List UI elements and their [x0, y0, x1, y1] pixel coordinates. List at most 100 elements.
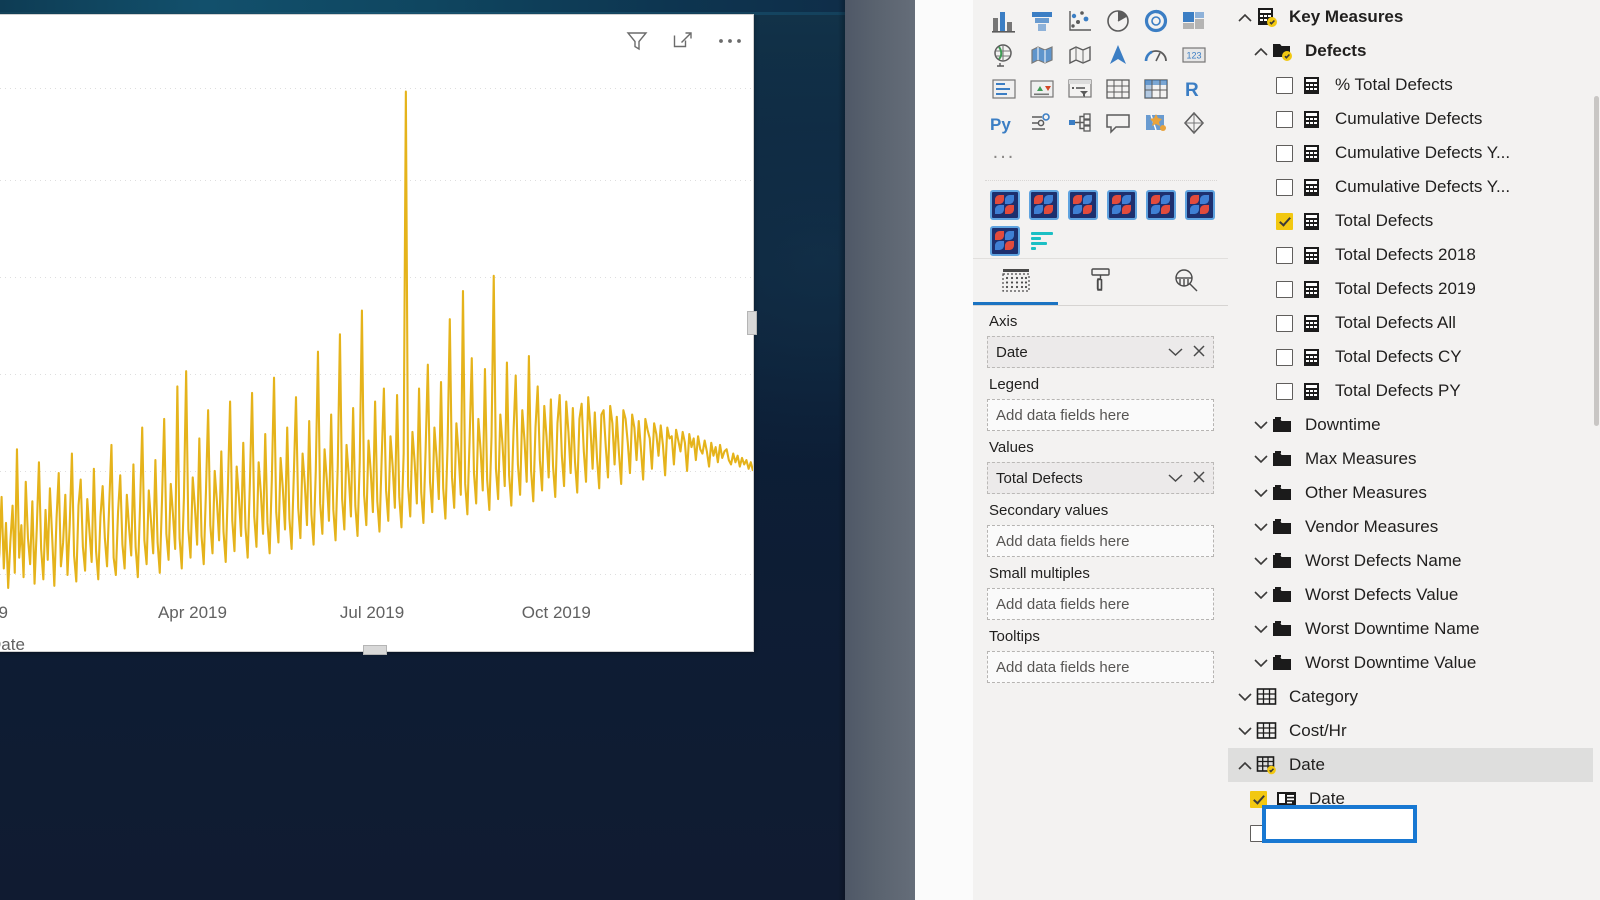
field-item-measure[interactable]: Cumulative Defects [1228, 102, 1600, 136]
field-checkbox[interactable] [1276, 77, 1293, 94]
custom-visual-icon[interactable] [1068, 190, 1098, 220]
field-well-dropzone[interactable]: Total Defects [987, 462, 1214, 494]
analytics-tab[interactable] [1143, 259, 1228, 305]
python-visual-icon[interactable]: Py [989, 109, 1019, 137]
card-icon[interactable]: 123 [1179, 41, 1209, 69]
fields-tree[interactable]: Key MeasuresDefects% Total DefectsCumula… [1228, 0, 1600, 850]
chevron-up-icon[interactable] [1234, 748, 1256, 782]
decomposition-tree-icon[interactable] [1065, 109, 1095, 137]
field-folder-item[interactable]: Downtime [1228, 408, 1600, 442]
stacked-bar-chart-icon[interactable] [989, 7, 1019, 35]
filters-pane[interactable]: Filters [915, 0, 974, 900]
field-checkbox[interactable] [1276, 179, 1293, 196]
remove-field-icon[interactable] [1193, 345, 1205, 360]
field-item-measure[interactable]: % Total Defects [1228, 68, 1600, 102]
field-well-dropzone[interactable]: Add data fields here [987, 588, 1214, 620]
field-folder-item[interactable]: Max Measures [1228, 442, 1600, 476]
resize-handle-bottom[interactable] [363, 645, 387, 655]
smart-narrative-icon[interactable] [1141, 109, 1171, 137]
table-icon[interactable] [1103, 75, 1133, 103]
chevron-down-icon[interactable] [1250, 408, 1272, 442]
field-folder-item[interactable]: Vendor Measures [1228, 510, 1600, 544]
field-folder-item[interactable]: Defects [1228, 34, 1600, 68]
field-item-measure[interactable]: Cumulative Defects Y... [1228, 170, 1600, 204]
chevron-down-icon[interactable] [1250, 510, 1272, 544]
fields-scrollbar-thumb[interactable] [1594, 96, 1599, 426]
pie-chart-icon[interactable] [1103, 7, 1133, 35]
r-script-visual-icon[interactable]: R [1179, 75, 1209, 103]
filter-icon[interactable] [625, 29, 649, 53]
multi-row-card-icon[interactable] [989, 75, 1019, 103]
field-well-dropzone[interactable]: Add data fields here [987, 399, 1214, 431]
scatter-chart-icon[interactable] [1065, 7, 1095, 35]
field-checkbox[interactable] [1276, 281, 1293, 298]
map-icon[interactable] [989, 41, 1019, 69]
visualizations-pane[interactable]: 123 R Py... [973, 0, 1229, 900]
custom-visual-icon[interactable] [1146, 190, 1176, 220]
chevron-down-icon[interactable] [1168, 346, 1183, 359]
field-table-item[interactable]: Key Measures [1228, 0, 1600, 34]
field-item-measure[interactable]: Total Defects PY [1228, 374, 1600, 408]
chart-plot-area[interactable] [0, 61, 753, 601]
field-table-item[interactable]: Category [1228, 680, 1600, 714]
remove-field-icon[interactable] [1193, 471, 1205, 486]
stacked-column-chart-icon[interactable] [1027, 7, 1057, 35]
custom-visual-icon[interactable] [1029, 190, 1059, 220]
field-wells[interactable]: AxisDateLegendAdd data fields hereValues… [973, 305, 1228, 683]
filled-map-icon[interactable] [1027, 41, 1057, 69]
chevron-down-icon[interactable] [1234, 680, 1256, 714]
key-influencers-icon[interactable] [1027, 109, 1057, 137]
field-checkbox[interactable] [1276, 383, 1293, 400]
field-item-measure[interactable]: Total Defects All [1228, 306, 1600, 340]
format-tab[interactable] [1058, 259, 1143, 305]
field-item-measure[interactable]: Total Defects 2018 [1228, 238, 1600, 272]
custom-visual-icon[interactable] [990, 190, 1020, 220]
more-visuals-icon[interactable]: ... [993, 148, 1016, 166]
kpi-icon[interactable] [1027, 75, 1057, 103]
shape-map-icon[interactable] [1065, 41, 1095, 69]
field-well-dropzone[interactable]: Date [987, 336, 1214, 368]
slicer-icon[interactable] [1065, 75, 1095, 103]
field-table-item[interactable]: Date [1228, 748, 1600, 782]
custom-text-visual-icon[interactable] [1031, 230, 1057, 252]
field-checkbox[interactable] [1276, 213, 1293, 230]
field-table-item[interactable]: Cost/Hr [1228, 714, 1600, 748]
field-folder-item[interactable]: Worst Defects Value [1228, 578, 1600, 612]
chevron-down-icon[interactable] [1234, 714, 1256, 748]
gauge-icon[interactable] [1141, 41, 1171, 69]
line-chart-visual[interactable]: 19Apr 2019Jul 2019Oct 2019 Date [0, 14, 754, 652]
custom-visual-icon[interactable] [1185, 190, 1215, 220]
paginated-report-icon[interactable] [1179, 109, 1209, 137]
field-folder-item[interactable]: Worst Defects Name [1228, 544, 1600, 578]
treemap-icon[interactable] [1179, 7, 1209, 35]
fields-pane[interactable]: Key MeasuresDefects% Total DefectsCumula… [1228, 0, 1600, 900]
chevron-down-icon[interactable] [1250, 578, 1272, 612]
field-folder-item[interactable]: Worst Downtime Value [1228, 646, 1600, 680]
visualization-type-gallery[interactable]: 123 R Py... [985, 4, 1213, 174]
field-checkbox[interactable] [1276, 145, 1293, 162]
custom-visual-icon[interactable] [1107, 190, 1137, 220]
focus-mode-icon[interactable] [671, 29, 695, 53]
chevron-down-icon[interactable] [1250, 544, 1272, 578]
field-item-measure[interactable]: Cumulative Defects Y... [1228, 136, 1600, 170]
more-options-icon[interactable] [717, 37, 743, 45]
field-item-measure[interactable]: Total Defects [1228, 204, 1600, 238]
matrix-icon[interactable] [1141, 75, 1171, 103]
arcgis-map-icon[interactable] [1103, 41, 1133, 69]
field-well-dropzone[interactable]: Add data fields here [987, 525, 1214, 557]
viz-pane-tabs[interactable] [973, 258, 1228, 306]
custom-visuals-gallery[interactable] [985, 180, 1217, 259]
field-folder-item[interactable]: Other Measures [1228, 476, 1600, 510]
chevron-down-icon[interactable] [1250, 612, 1272, 646]
qa-visual-icon[interactable] [1103, 109, 1133, 137]
chevron-up-icon[interactable] [1250, 34, 1272, 68]
field-item-measure[interactable]: Total Defects 2019 [1228, 272, 1600, 306]
field-folder-item[interactable]: Worst Downtime Name [1228, 612, 1600, 646]
chevron-down-icon[interactable] [1250, 476, 1272, 510]
chevron-up-icon[interactable] [1234, 0, 1256, 34]
field-item-measure[interactable]: Total Defects CY [1228, 340, 1600, 374]
field-checkbox[interactable] [1276, 111, 1293, 128]
chevron-down-icon[interactable] [1168, 472, 1183, 485]
fields-scrollbar[interactable] [1593, 0, 1600, 900]
fields-tab[interactable] [973, 259, 1058, 305]
